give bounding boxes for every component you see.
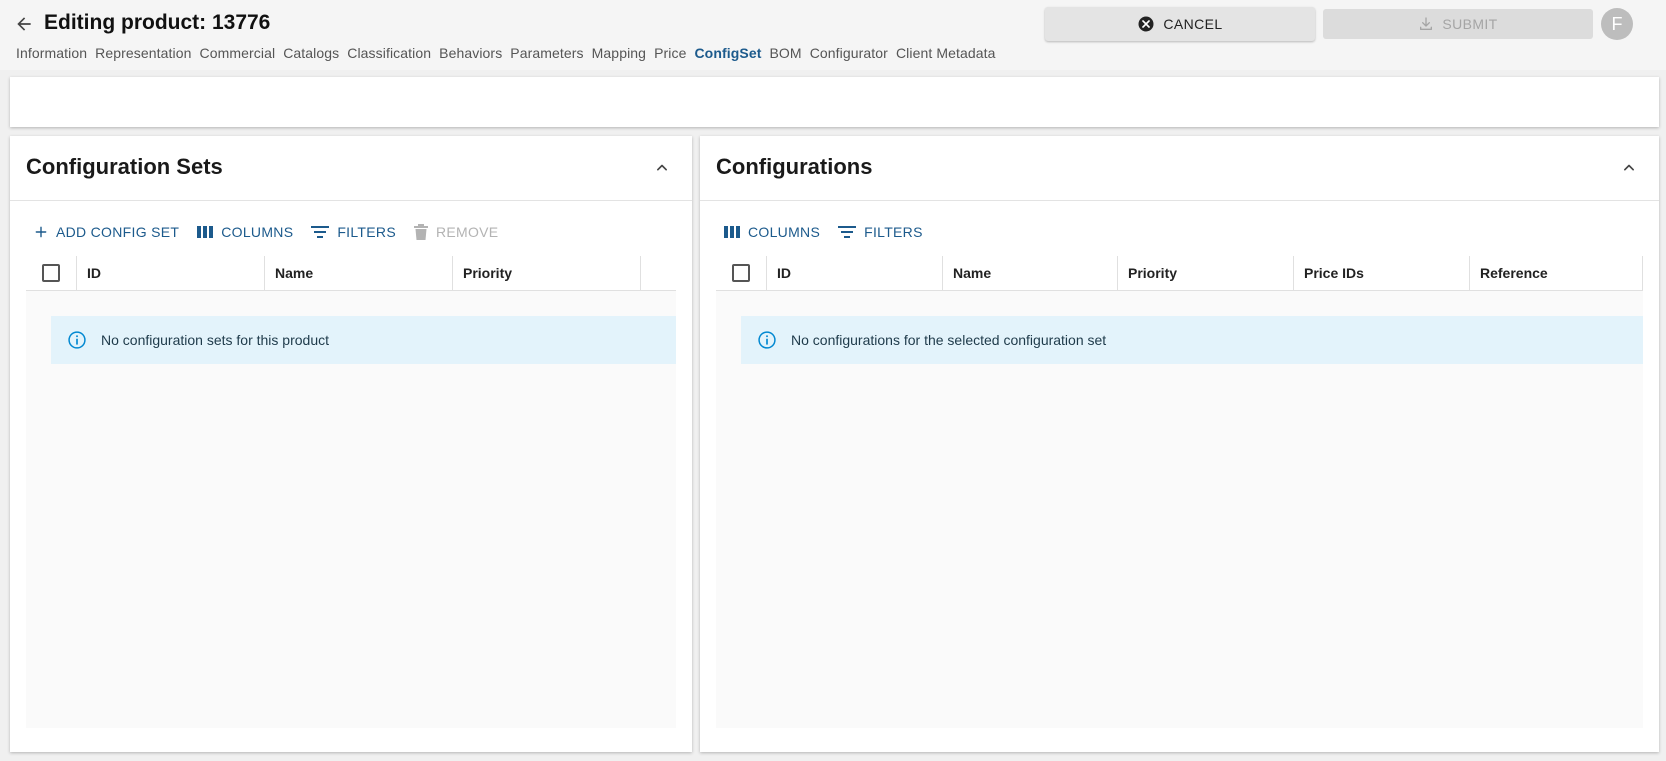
- download-icon: [1420, 17, 1433, 30]
- columns-button[interactable]: COLUMNS: [197, 224, 293, 240]
- submit-button-label: SUBMIT: [1442, 16, 1498, 32]
- collapse-configuration-sets-button[interactable]: [650, 156, 674, 180]
- tab-client-metadata[interactable]: Client Metadata: [896, 45, 996, 61]
- configuration-sets-title: Configuration Sets: [26, 154, 223, 179]
- configuration-sets-toolbar: ADD CONFIG SET COLUMNS FILTERS REMOVE: [34, 224, 498, 240]
- tab-bom[interactable]: BOM: [769, 45, 801, 61]
- filters-button[interactable]: FILTERS: [838, 224, 923, 240]
- add-config-set-label: ADD CONFIG SET: [56, 224, 180, 240]
- select-all-checkbox[interactable]: [732, 264, 750, 282]
- empty-state-message: No configuration sets for this product: [101, 332, 330, 348]
- select-all-cell: [716, 256, 766, 291]
- filters-label: FILTERS: [864, 224, 923, 240]
- configurations-toolbar: COLUMNS FILTERS: [724, 224, 923, 240]
- tab-parameters[interactable]: Parameters: [510, 45, 583, 61]
- configurations-grid: ID Name Priority Price IDs Reference No …: [716, 255, 1643, 728]
- configuration-sets-header: Configuration Sets: [10, 136, 692, 201]
- filters-label: FILTERS: [337, 224, 396, 240]
- empty-state-alert: No configuration sets for this product: [51, 316, 676, 364]
- columns-button[interactable]: COLUMNS: [724, 224, 820, 240]
- arrow-left-icon: [17, 17, 31, 31]
- configurations-title: Configurations: [716, 154, 873, 179]
- tab-commercial[interactable]: Commercial: [200, 45, 276, 61]
- remove-label: REMOVE: [435, 224, 499, 240]
- empty-state-message: No configurations for the selected confi…: [791, 332, 1107, 348]
- submit-button[interactable]: SUBMIT: [1323, 9, 1593, 39]
- configuration-sets-panel: Configuration Sets ADD CONFIG SET COLUMN…: [10, 136, 692, 752]
- filters-button[interactable]: FILTERS: [311, 224, 396, 240]
- trash-icon: [413, 224, 428, 240]
- page-title: Editing product: 13776: [44, 11, 271, 34]
- configurations-header: Configurations: [700, 136, 1659, 201]
- product-summary-card: [10, 77, 1659, 127]
- column-header-priority[interactable]: Priority: [1117, 255, 1293, 291]
- columns-label: COLUMNS: [748, 224, 821, 240]
- product-tabs: Information Representation Commercial Ca…: [16, 45, 1004, 61]
- filter-icon: [311, 226, 330, 238]
- select-all-cell: [26, 256, 76, 291]
- app-header: Editing product: 13776 Information Repre…: [0, 0, 1666, 70]
- cancel-circle-icon: [1138, 16, 1154, 32]
- column-header-price-ids[interactable]: Price IDs: [1293, 255, 1469, 291]
- column-header-name[interactable]: Name: [264, 255, 452, 291]
- empty-state-alert: No configurations for the selected confi…: [741, 316, 1643, 364]
- tab-mapping[interactable]: Mapping: [592, 45, 646, 61]
- remove-button[interactable]: REMOVE: [413, 224, 499, 240]
- tab-configurator[interactable]: Configurator: [810, 45, 888, 61]
- tab-behaviors[interactable]: Behaviors: [439, 45, 502, 61]
- chevron-up-icon: [1624, 164, 1634, 171]
- tab-price[interactable]: Price: [654, 45, 686, 61]
- configuration-sets-grid: ID Name Priority No configuration sets f…: [26, 255, 676, 728]
- select-all-checkbox[interactable]: [42, 264, 60, 282]
- column-header-id[interactable]: ID: [76, 255, 264, 291]
- back-button[interactable]: [12, 12, 36, 36]
- configurations-panel: Configurations COLUMNS FILTERS ID Name P…: [700, 136, 1659, 752]
- tab-information[interactable]: Information: [16, 45, 87, 61]
- tab-configset[interactable]: ConfigSet: [694, 45, 761, 61]
- column-header-reference[interactable]: Reference: [1469, 255, 1643, 291]
- info-icon: [67, 330, 87, 350]
- filter-icon: [838, 226, 857, 238]
- tab-classification[interactable]: Classification: [347, 45, 431, 61]
- columns-label: COLUMNS: [221, 224, 294, 240]
- add-config-set-button[interactable]: ADD CONFIG SET: [34, 224, 179, 240]
- columns-icon: [197, 226, 214, 238]
- cancel-button-label: CANCEL: [1163, 16, 1223, 32]
- column-header-id[interactable]: ID: [766, 255, 942, 291]
- grid-header: ID Name Priority Price IDs Reference: [716, 255, 1643, 291]
- collapse-configurations-button[interactable]: [1617, 156, 1641, 180]
- tab-representation[interactable]: Representation: [95, 45, 191, 61]
- grid-header: ID Name Priority: [26, 255, 676, 291]
- plus-icon: [35, 226, 47, 238]
- info-icon: [757, 330, 777, 350]
- column-header-priority[interactable]: Priority: [452, 255, 641, 291]
- column-header-name[interactable]: Name: [942, 255, 1117, 291]
- columns-icon: [724, 226, 740, 238]
- chevron-up-icon: [657, 164, 667, 171]
- tab-catalogs[interactable]: Catalogs: [283, 45, 339, 61]
- avatar[interactable]: F: [1601, 8, 1633, 40]
- cancel-button[interactable]: CANCEL: [1045, 7, 1315, 41]
